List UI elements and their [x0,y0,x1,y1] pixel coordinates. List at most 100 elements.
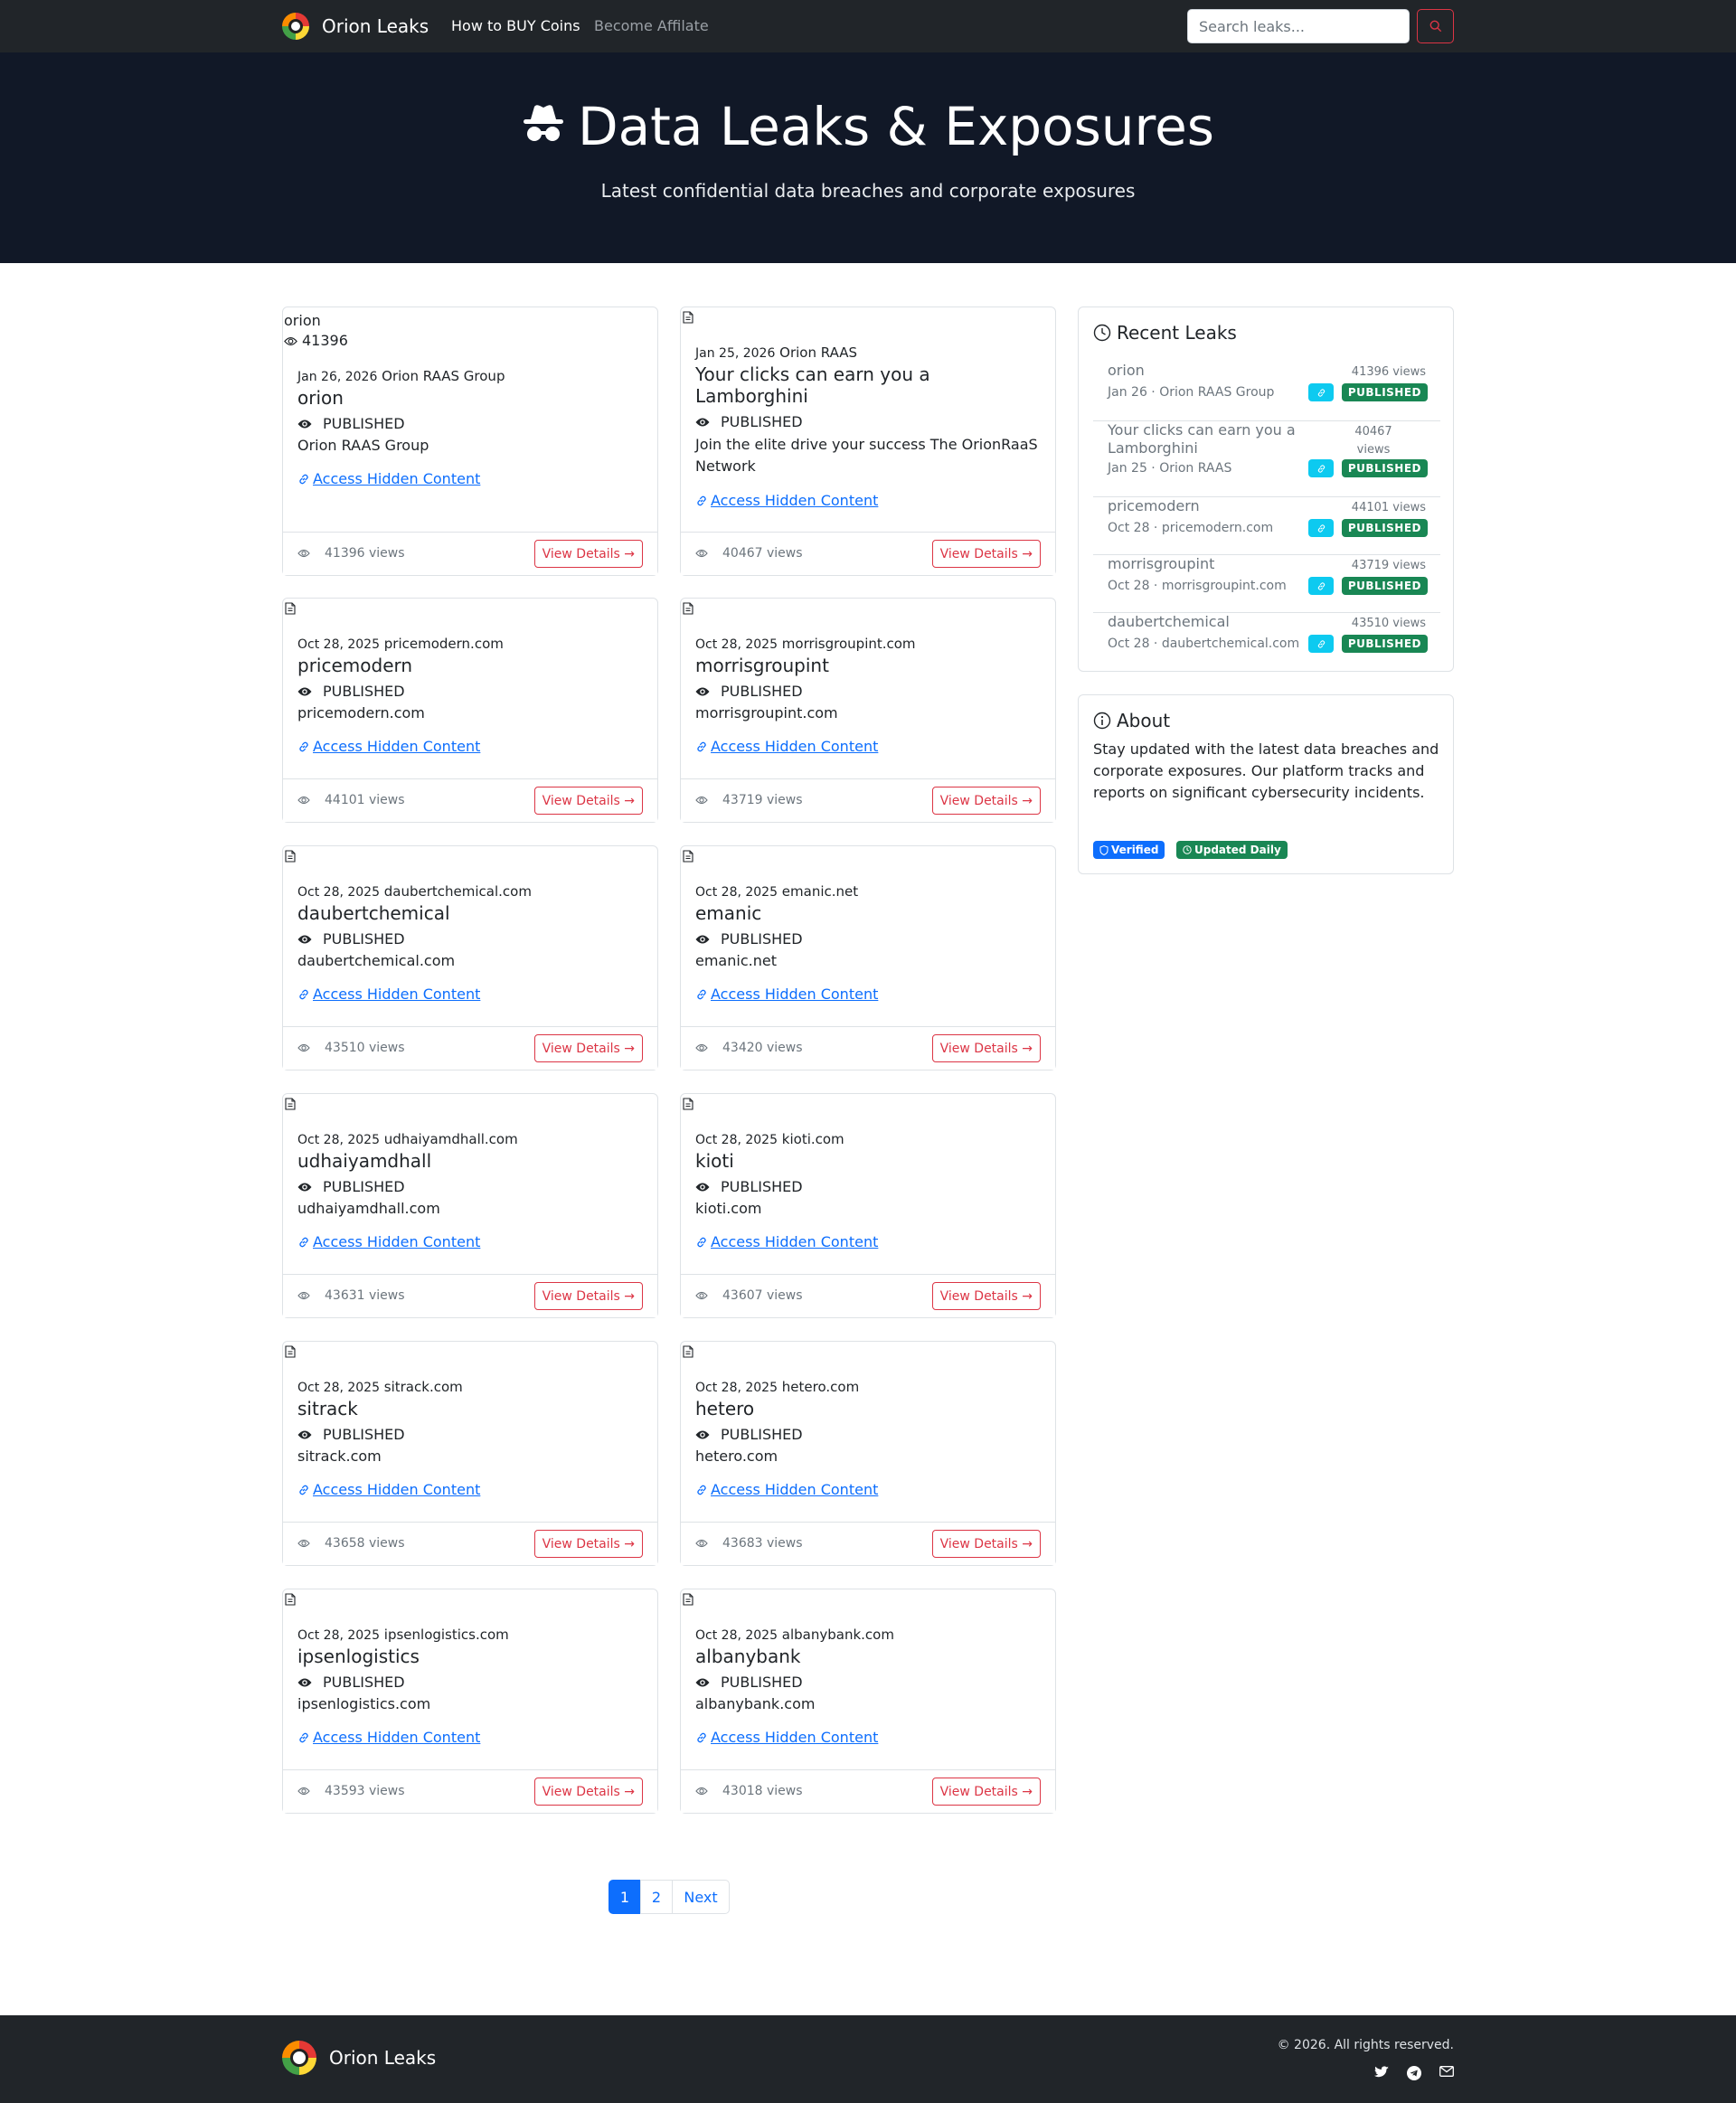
card-meta: Oct 28, 2025 udhaiyamdhall.com [297,1130,643,1149]
card-meta: Oct 28, 2025 ipsenlogistics.com [297,1626,643,1645]
view-details-button[interactable]: View Details → [533,1282,643,1310]
access-hidden-content-link[interactable]: Access Hidden Content [297,1233,480,1250]
clock-icon [1093,324,1111,342]
recent-leak-meta: Oct 28 · pricemodern.com [1108,521,1274,535]
nav-link-become-affiliate[interactable]: Become Affilate [594,17,709,34]
view-details-button[interactable]: View Details → [931,1282,1041,1310]
nav-link-buy-coins[interactable]: How to BUY Coins [451,17,580,34]
card-company: pricemodern.com [383,636,504,652]
recent-leak-link-button[interactable] [1308,635,1334,653]
recent-leak-item[interactable]: Your clicks can earn you a Lamborghini 4… [1093,421,1440,497]
card-status: PUBLISHED [297,1177,643,1197]
clock-icon [1183,845,1192,854]
eye-icon [695,1043,715,1052]
card-footer: 43018 views View Details → [681,1769,1055,1813]
envelope-icon[interactable] [1439,2066,1454,2077]
card-footer: 41396 views View Details → [283,532,657,575]
view-details-button[interactable]: View Details → [931,1778,1041,1806]
access-hidden-content-link[interactable]: Access Hidden Content [297,1729,480,1746]
card-title[interactable]: morrisgroupint [695,655,1041,676]
view-details-button[interactable]: View Details → [533,1034,643,1062]
page-1-link[interactable]: 1 [609,1880,641,1914]
search-input[interactable] [1187,9,1410,43]
card-title[interactable]: hetero [695,1398,1041,1419]
eye-icon [297,1677,317,1688]
twitter-icon[interactable] [1374,2066,1389,2079]
eye-icon [297,1539,317,1548]
access-hidden-content-link[interactable]: Access Hidden Content [695,985,878,1003]
access-hidden-content-link[interactable]: Access Hidden Content [297,738,480,755]
card-date: Oct 28, 2025 [297,885,380,900]
view-details-button[interactable]: View Details → [931,540,1041,568]
card-title[interactable]: albanybank [695,1646,1041,1667]
file-icon [683,310,693,327]
footer-logo [282,2041,316,2075]
card-status: PUBLISHED [695,412,1041,432]
card-views: 40467 views [695,546,803,561]
access-hidden-content-link[interactable]: Access Hidden Content [695,1729,878,1746]
card-title[interactable]: udhaiyamdhall [297,1150,643,1172]
access-hidden-content-link[interactable]: Access Hidden Content [695,1233,878,1250]
recent-leak-item[interactable]: pricemodern 44101 views Oct 28 · pricemo… [1093,497,1440,555]
social-links [1374,2066,1454,2080]
card-title[interactable]: pricemodern [297,655,643,676]
card-description: pricemodern.com [297,704,425,721]
eye-icon [695,1429,715,1440]
file-icon [683,601,693,618]
view-details-button[interactable]: View Details → [533,1530,643,1558]
card-views: 43420 views [695,1041,803,1055]
link-icon [297,1484,313,1496]
access-hidden-content-link[interactable]: Access Hidden Content [297,470,480,487]
card-status: PUBLISHED [695,1425,1041,1445]
card-title[interactable]: emanic [695,902,1041,924]
status-text: PUBLISHED [323,415,405,432]
eye-icon [695,1182,715,1193]
leak-card: Oct 28, 2025 pricemodern.com pricemodern… [282,598,658,823]
recent-leak-link-button[interactable] [1308,459,1334,477]
brand-link[interactable]: Orion Leaks [282,11,429,42]
hero-title: Data Leaks & Exposures [0,96,1736,157]
card-views: 43607 views [695,1288,803,1303]
verified-badge: Verified [1093,841,1165,859]
link-icon [297,988,313,1001]
view-details-button[interactable]: View Details → [533,787,643,815]
card-title[interactable]: daubertchemical [297,902,643,924]
card-views: 43683 views [695,1536,803,1551]
view-details-button[interactable]: View Details → [533,540,643,568]
recent-leak-item[interactable]: morrisgroupint 43719 views Oct 28 · morr… [1093,555,1440,613]
card-description: morrisgroupint.com [695,704,838,721]
view-details-button[interactable]: View Details → [931,1034,1041,1062]
recent-leak-link-button[interactable] [1308,519,1334,537]
recent-leak-item[interactable]: orion 41396 views Jan 26 · Orion RAAS Gr… [1093,362,1440,421]
access-hidden-content-link[interactable]: Access Hidden Content [297,985,480,1003]
recent-leak-views: 43719 views [1351,559,1426,572]
view-details-button[interactable]: View Details → [931,1530,1041,1558]
link-icon [1316,464,1326,474]
access-hidden-content-link[interactable]: Access Hidden Content [695,1481,878,1498]
card-footer: 43510 views View Details → [283,1026,657,1070]
card-title[interactable]: Your clicks can earn you a Lamborghini [695,363,1041,407]
eye-icon [297,1787,317,1796]
card-title[interactable]: orion [297,387,643,409]
view-details-button[interactable]: View Details → [533,1778,643,1806]
card-description: hetero.com [695,1448,778,1465]
access-hidden-content-link[interactable]: Access Hidden Content [695,738,878,755]
card-title[interactable]: sitrack [297,1398,643,1419]
recent-leak-link-button[interactable] [1308,577,1334,595]
next-page-link[interactable]: Next [672,1880,730,1914]
access-hidden-content-link[interactable]: Access Hidden Content [297,1481,480,1498]
access-hidden-content-link[interactable]: Access Hidden Content [695,492,878,509]
search-button[interactable] [1417,9,1454,43]
card-title[interactable]: ipsenlogistics [297,1646,643,1667]
card-title[interactable]: kioti [695,1150,1041,1172]
telegram-icon[interactable] [1407,2066,1421,2080]
recent-leak-item[interactable]: daubertchemical 43510 views Oct 28 · dau… [1093,613,1440,671]
leak-card: orion 41396 Jan 26, 2026 Orion RAAS Grou… [282,306,658,576]
page-2-link[interactable]: 2 [640,1880,673,1914]
view-details-button[interactable]: View Details → [931,787,1041,815]
card-date: Oct 28, 2025 [695,1628,778,1643]
card-status: PUBLISHED [695,929,1041,949]
recent-leak-link-button[interactable] [1308,383,1334,401]
footer-brand[interactable]: Orion Leaks [282,2041,436,2075]
file-icon [285,1592,296,1609]
